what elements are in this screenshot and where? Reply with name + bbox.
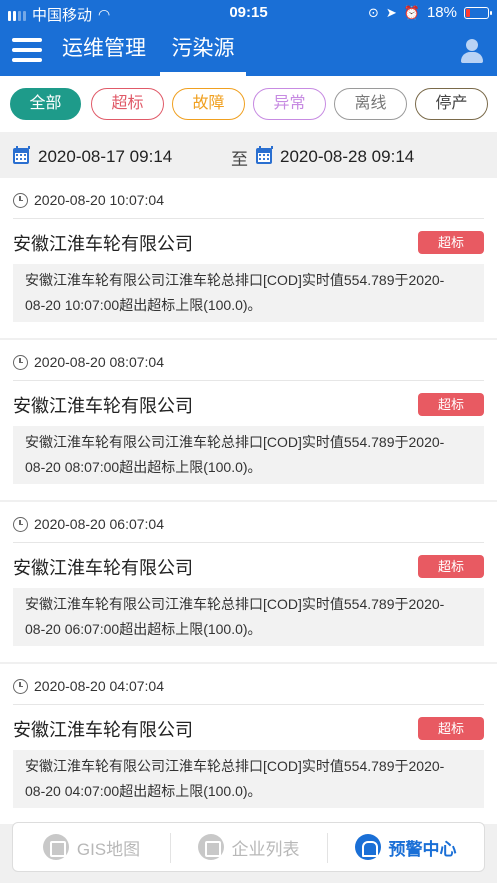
alert-card[interactable]: 2020-08-20 06:07:04 安徽江淮车轮有限公司 超标 安徽江淮车轮… — [0, 502, 497, 662]
divider — [13, 542, 484, 543]
company-name: 安徽江淮车轮有限公司 — [13, 558, 193, 578]
battery-icon — [464, 6, 492, 19]
company-name: 安徽江淮车轮有限公司 — [13, 720, 193, 740]
calendar-icon[interactable] — [256, 146, 273, 164]
location-icon: ➤ — [385, 4, 397, 20]
calendar-icon[interactable] — [13, 146, 30, 164]
end-date[interactable]: 2020-08-28 09:14 — [280, 147, 414, 167]
alert-time: 2020-08-20 06:07:04 — [34, 516, 164, 532]
alert-message-line: 08-20 06:07:00超出超标上限(100.0)。 — [25, 621, 262, 637]
clock-icon — [13, 516, 28, 532]
divider — [13, 218, 484, 219]
filter-bar: 全部 超标 故障 异常 离线 停产 — [0, 76, 497, 132]
date-separator: 至 — [231, 150, 248, 169]
alert-message-line: 安徽江淮车轮有限公司江淮车轮总排口[COD]实时值554.789于2020- — [25, 272, 445, 288]
alarm-light-icon — [354, 834, 381, 860]
battery-percent: 18% — [426, 4, 457, 21]
nav-company-list[interactable]: 企业列表 — [170, 823, 327, 871]
alert-message: 安徽江淮车轮有限公司江淮车轮总排口[COD]实时值554.789于2020- 0… — [13, 588, 484, 646]
building-icon — [197, 834, 224, 860]
divider — [13, 704, 484, 705]
start-date[interactable]: 2020-08-17 09:14 — [38, 147, 172, 167]
nav-alert-center[interactable]: 预警中心 — [327, 823, 484, 871]
clock-icon — [13, 354, 28, 370]
menu-icon[interactable] — [12, 38, 42, 64]
company-name: 安徽江淮车轮有限公司 — [13, 234, 193, 254]
filter-fault[interactable]: 故障 — [172, 88, 245, 120]
status-badge: 超标 — [418, 717, 484, 740]
nav-gis-map[interactable]: GIS地图 — [13, 823, 170, 871]
nav-label: 企业列表 — [231, 839, 300, 859]
alert-message-line: 安徽江淮车轮有限公司江淮车轮总排口[COD]实时值554.789于2020- — [25, 596, 445, 612]
filter-offline[interactable]: 离线 — [334, 88, 407, 120]
alert-message: 安徽江淮车轮有限公司江淮车轮总排口[COD]实时值554.789于2020- 0… — [13, 750, 484, 808]
status-bar: 中国移动 ◠ 09:15 ⊙ ➤ ⏰ 18% — [0, 0, 497, 26]
user-icon[interactable] — [461, 38, 483, 64]
status-badge: 超标 — [418, 555, 484, 578]
filter-stopped[interactable]: 停产 — [415, 88, 488, 120]
alert-time: 2020-08-20 08:07:04 — [34, 354, 164, 370]
alert-message-line: 安徽江淮车轮有限公司江淮车轮总排口[COD]实时值554.789于2020- — [25, 434, 445, 450]
nav-label: GIS地图 — [76, 839, 141, 859]
clock-icon — [13, 192, 28, 208]
app-header: 运维管理 污染源 — [0, 26, 497, 76]
alert-message: 安徽江淮车轮有限公司江淮车轮总排口[COD]实时值554.789于2020- 0… — [13, 426, 484, 484]
alert-message: 安徽江淮车轮有限公司江淮车轮总排口[COD]实时值554.789于2020- 0… — [13, 264, 484, 322]
alarm-icon: ⏰ — [403, 4, 420, 20]
alert-time: 2020-08-20 10:07:04 — [34, 192, 164, 208]
clock-icon — [13, 678, 28, 694]
alert-time: 2020-08-20 04:07:04 — [34, 678, 164, 694]
bottom-nav: GIS地图 企业列表 预警中心 — [12, 822, 485, 872]
alert-card[interactable]: 2020-08-20 08:07:04 安徽江淮车轮有限公司 超标 安徽江淮车轮… — [0, 340, 497, 500]
company-name: 安徽江淮车轮有限公司 — [13, 396, 193, 416]
date-range: 2020-08-17 09:14 至 2020-08-28 09:14 — [0, 136, 497, 178]
status-badge: 超标 — [418, 231, 484, 254]
alert-card[interactable]: 2020-08-20 10:07:04 安徽江淮车轮有限公司 超标 安徽江淮车轮… — [0, 178, 497, 338]
divider — [13, 380, 484, 381]
rotation-lock-icon: ⊙ — [367, 4, 379, 20]
nav-label: 预警中心 — [388, 839, 457, 859]
alert-card[interactable]: 2020-08-20 04:07:04 安徽江淮车轮有限公司 超标 安徽江淮车轮… — [0, 664, 497, 824]
tab-pollution-source[interactable]: 污染源 — [160, 26, 246, 76]
alert-message-line: 08-20 08:07:00超出超标上限(100.0)。 — [25, 459, 262, 475]
alert-message-line: 08-20 10:07:00超出超标上限(100.0)。 — [25, 297, 262, 313]
alert-message-line: 安徽江淮车轮有限公司江淮车轮总排口[COD]实时值554.789于2020- — [25, 758, 445, 774]
map-icon — [42, 834, 69, 860]
filter-all[interactable]: 全部 — [10, 88, 81, 120]
alert-message-line: 08-20 04:07:00超出超标上限(100.0)。 — [25, 783, 262, 799]
status-badge: 超标 — [418, 393, 484, 416]
filter-exceed[interactable]: 超标 — [91, 88, 164, 120]
tab-operations[interactable]: 运维管理 — [62, 26, 146, 76]
filter-abnormal[interactable]: 异常 — [253, 88, 326, 120]
